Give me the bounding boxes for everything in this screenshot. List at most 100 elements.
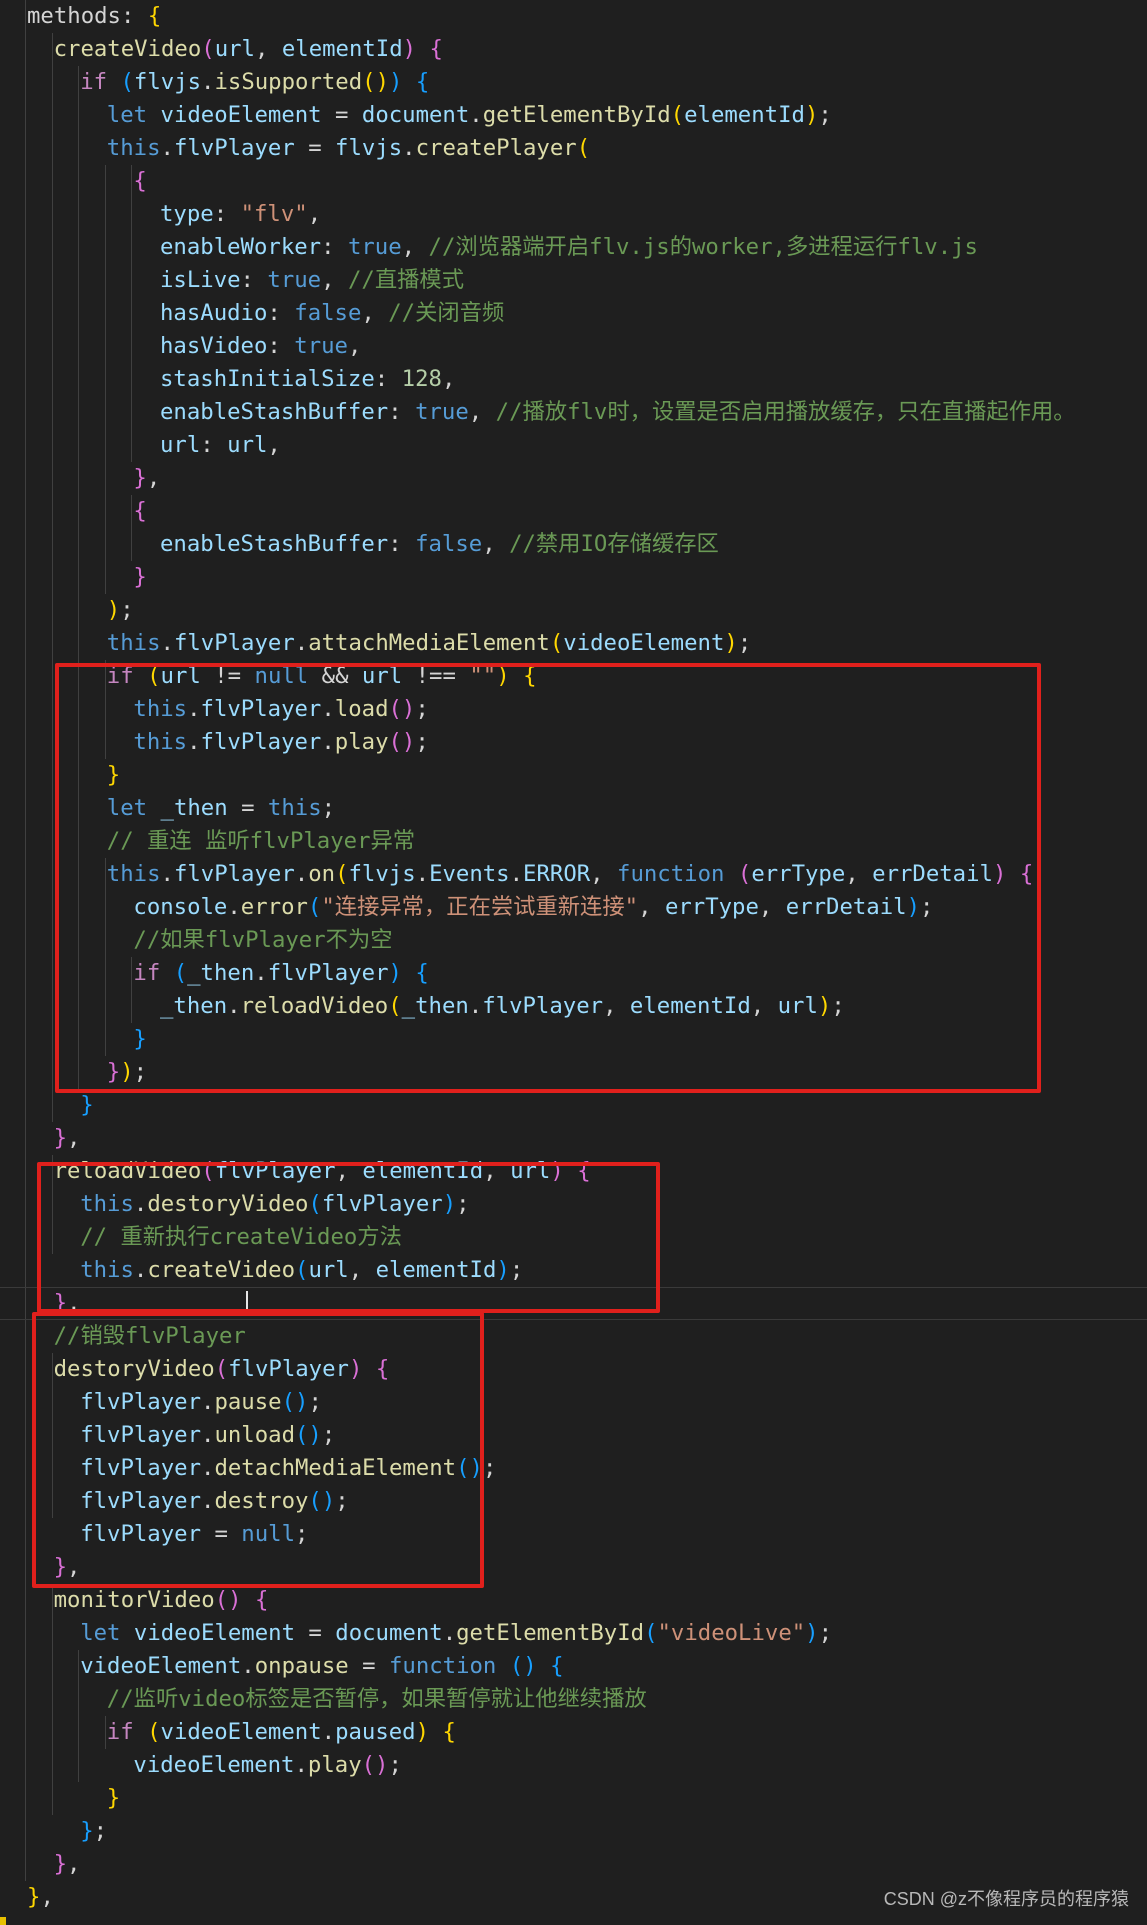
code-token: play <box>307 1752 362 1778</box>
code-token: videoElement <box>160 1719 322 1745</box>
code-token: : <box>240 267 268 293</box>
code-token: } <box>133 465 147 491</box>
code-line[interactable]: videoElement.onpause = function () { <box>80 1650 563 1683</box>
code-line[interactable]: methods: { <box>27 0 161 33</box>
code-line[interactable]: if (flvjs.isSupported()) { <box>80 66 429 99</box>
indent-guide <box>131 495 133 561</box>
code-token: . <box>321 1719 336 1745</box>
code-line[interactable]: { <box>133 495 146 528</box>
code-token: //直播模式 <box>347 267 465 293</box>
code-token: videoElement <box>80 1653 242 1679</box>
code-line[interactable]: let videoElement = document.getElementBy… <box>80 1617 832 1650</box>
code-token: //播放flv时，设置是否启用播放缓存，只在直播起作用。 <box>495 399 1076 425</box>
indent-guide <box>104 1716 106 1749</box>
code-line[interactable]: hasAudio: false, //关闭音频 <box>160 297 504 330</box>
code-line[interactable]: }, <box>54 1848 81 1881</box>
code-line[interactable]: //监听video标签是否暂停，如果暂停就让他继续播放 <box>107 1683 647 1716</box>
code-token: () <box>214 1587 242 1613</box>
code-line[interactable]: videoElement.play(); <box>133 1749 402 1782</box>
code-line[interactable]: }; <box>80 1815 107 1848</box>
code-token: , <box>321 267 348 293</box>
code-token: { <box>254 1587 269 1613</box>
code-token: , <box>482 531 510 557</box>
code-line[interactable]: createVideo(url, elementId) { <box>54 33 443 66</box>
code-token: getElementById <box>456 1620 645 1646</box>
code-line[interactable]: url: url, <box>160 429 281 462</box>
annotation-box-destroy <box>32 1312 484 1588</box>
code-token: attachMediaElement <box>308 630 550 656</box>
code-token: } <box>53 1125 68 1151</box>
indent-guide <box>131 165 133 462</box>
code-token: ) <box>106 597 121 623</box>
code-token: . <box>160 135 174 161</box>
code-token: paused <box>335 1719 416 1745</box>
code-line[interactable]: enableWorker: true, //浏览器端开启flv.js的worke… <box>160 231 978 264</box>
code-token: = <box>295 1620 336 1646</box>
code-token: : <box>200 432 228 458</box>
code-line[interactable]: stashInitialSize: 128, <box>160 363 455 396</box>
code-line[interactable]: ); <box>107 594 134 627</box>
code-token: : <box>213 201 241 227</box>
code-token: , <box>401 234 429 260</box>
code-token: enableStashBuffer <box>160 399 389 425</box>
code-token: createPlayer <box>415 135 577 161</box>
code-token: ) <box>805 1620 819 1646</box>
code-token: , <box>40 1884 54 1910</box>
code-line[interactable]: enableStashBuffer: false, //禁用IO存储缓存区 <box>160 528 719 561</box>
code-token: . <box>201 69 215 95</box>
code-line[interactable]: hasVideo: true, <box>160 330 361 363</box>
code-token: flvjs <box>133 69 202 95</box>
code-token: this <box>106 135 161 161</box>
code-line[interactable]: } <box>107 1782 120 1815</box>
code-editor[interactable]: methods: {createVideo(url, elementId) {i… <box>0 0 1147 1925</box>
code-token: () <box>509 1653 537 1679</box>
code-line[interactable]: let videoElement = document.getElementBy… <box>107 99 832 132</box>
code-line[interactable]: monitorVideo() { <box>54 1584 269 1617</box>
code-token: . <box>241 1653 255 1679</box>
code-token: } <box>80 1818 94 1844</box>
code-line[interactable]: }, <box>27 1881 54 1914</box>
annotation-box-reconnect <box>55 663 1041 1093</box>
code-token: ; <box>482 1455 497 1481</box>
code-token: , <box>468 399 496 425</box>
code-token: ) <box>415 1719 430 1745</box>
code-token: onpause <box>254 1653 349 1679</box>
code-token: //禁用IO存储缓存区 <box>509 531 719 557</box>
code-token: } <box>27 1884 41 1910</box>
code-token: ; <box>737 630 752 656</box>
code-token: if <box>80 69 108 95</box>
code-token: videoElement <box>133 1752 295 1778</box>
code-line[interactable]: } <box>80 1089 93 1122</box>
code-token: monitorVideo <box>53 1587 215 1613</box>
code-line[interactable]: }, <box>133 462 160 495</box>
code-line[interactable]: type: "flv", <box>160 198 321 231</box>
code-token: enableStashBuffer <box>160 531 389 557</box>
code-token: . <box>469 102 483 128</box>
code-token: () <box>362 69 390 95</box>
code-token: : <box>388 399 416 425</box>
code-line[interactable]: enableStashBuffer: true, //播放flv时，设置是否启用… <box>160 396 1076 429</box>
code-line[interactable]: if (videoElement.paused) { <box>107 1716 456 1749</box>
csdn-watermark: CSDN @z不像程序员的程序猿 <box>883 1889 1129 1909</box>
code-token: = <box>348 1653 389 1679</box>
code-token: methods: <box>27 3 148 29</box>
code-token: : <box>388 531 416 557</box>
code-line[interactable]: this.flvPlayer.attachMediaElement(videoE… <box>107 627 751 660</box>
code-token: url <box>227 432 268 458</box>
code-token: //关闭音频 <box>388 300 505 326</box>
code-line[interactable]: { <box>133 165 146 198</box>
code-token: true <box>347 234 402 260</box>
code-token: elementId <box>281 36 403 62</box>
code-token: ; <box>93 1818 108 1844</box>
code-line[interactable]: isLive: true, //直播模式 <box>160 264 464 297</box>
code-token: //浏览器端开启flv.js的worker,多进程运行flv.js <box>428 234 978 260</box>
code-line[interactable]: } <box>133 561 146 594</box>
code-line[interactable]: this.flvPlayer = flvjs.createPlayer( <box>107 132 590 165</box>
code-line[interactable]: }, <box>54 1122 81 1155</box>
